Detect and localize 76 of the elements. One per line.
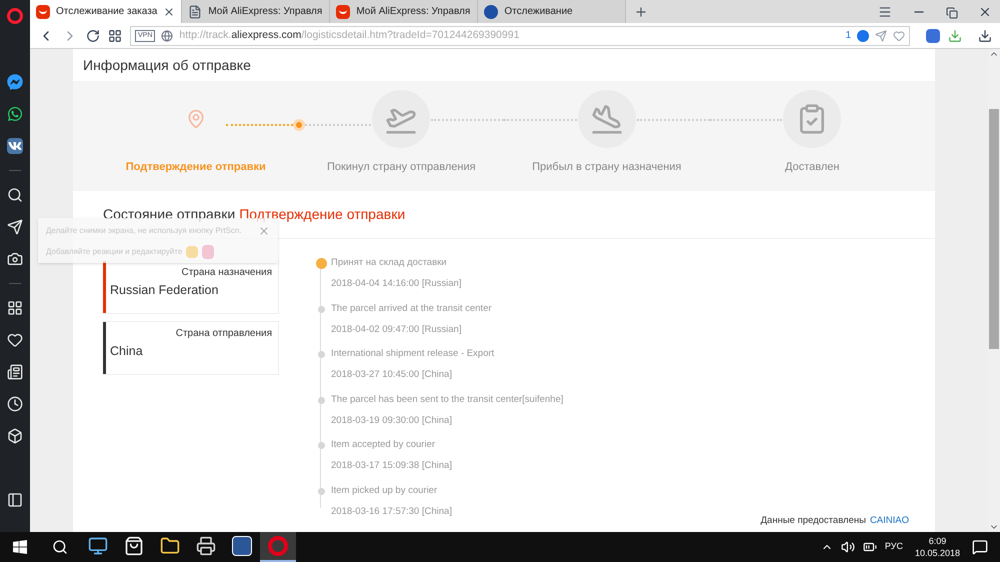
cube-icon[interactable] xyxy=(7,428,23,444)
browser-tab[interactable]: Отслеживание xyxy=(478,0,626,23)
grid-icon[interactable] xyxy=(7,300,23,316)
messenger-icon[interactable] xyxy=(7,74,23,90)
browser-tab[interactable]: Мой AliExpress: Управля xyxy=(182,0,330,23)
scrollbar[interactable] xyxy=(988,49,1000,532)
page-title: Информация об отправке xyxy=(82,56,252,75)
emoji-icon xyxy=(202,245,214,259)
event-time: 2018-04-04 14:16:00 [Russian] xyxy=(331,277,462,292)
country-name: China xyxy=(109,343,144,360)
source-label: Данные предоставлены xyxy=(760,514,866,528)
event-text: The parcel has been sent to the transit center[suifenhe] xyxy=(331,392,564,406)
whatsapp-icon[interactable] xyxy=(7,106,23,122)
event-text: Item accepted by courier xyxy=(331,438,436,452)
notifications-icon[interactable] xyxy=(972,539,988,555)
country-name: Russian Federation xyxy=(109,282,220,299)
emoji-icon xyxy=(186,246,198,258)
step-label: Подтверждение отправки xyxy=(126,160,266,175)
heart-icon[interactable] xyxy=(7,332,23,348)
volume-icon[interactable] xyxy=(840,540,855,554)
event-time: 2018-03-27 10:45:00 [China] xyxy=(331,368,453,382)
pin-icon xyxy=(186,109,206,129)
url-text: http://track.aliexpress.com/logisticsdetail.htm?tradeId=701244269390991 xyxy=(179,28,520,43)
battery-icon[interactable] xyxy=(862,540,877,554)
close-icon[interactable] xyxy=(163,6,176,18)
download-icon[interactable] xyxy=(978,28,992,42)
step-label: Доставлен xyxy=(785,160,840,175)
clock-time[interactable]: 6:09 xyxy=(928,535,946,547)
event-time: 2018-03-19 09:30:00 [China] xyxy=(331,414,453,428)
sidebar-toggle-icon[interactable] xyxy=(7,492,23,508)
clock-icon[interactable] xyxy=(7,396,23,412)
new-tab-icon[interactable] xyxy=(634,5,648,19)
opera-logo-icon[interactable] xyxy=(7,8,23,24)
printer-icon xyxy=(196,536,216,556)
event-text: International shipment release - Export xyxy=(331,347,494,361)
search-icon[interactable] xyxy=(52,539,68,555)
event-text: The parcel arrived at the transit center xyxy=(331,302,492,316)
page-icon xyxy=(188,4,202,18)
camera-icon[interactable] xyxy=(7,251,23,267)
globe-icon xyxy=(161,30,174,42)
status-value: Подтверждение отправки xyxy=(239,205,406,224)
ring-icon xyxy=(268,536,288,556)
bag-icon xyxy=(124,536,144,556)
reload-icon[interactable] xyxy=(86,28,100,42)
folder-icon xyxy=(160,536,180,556)
emblem-icon xyxy=(484,4,498,18)
windows-start-icon[interactable] xyxy=(12,539,28,555)
source-link[interactable]: CAINIAO xyxy=(870,514,909,528)
vk-icon[interactable] xyxy=(7,138,23,154)
browser-tab[interactable]: Отслеживание заказа xyxy=(30,0,182,23)
restore-icon[interactable] xyxy=(946,7,958,19)
document-app-icon xyxy=(232,536,252,556)
country-label: Страна отправления xyxy=(176,327,272,341)
event-time: 2018-04-02 09:47:00 [Russian] xyxy=(331,322,462,337)
status-label: Состояние отправки xyxy=(103,205,236,224)
close-icon[interactable] xyxy=(978,5,992,19)
country-label: Страна назначения xyxy=(181,266,272,280)
news-icon[interactable] xyxy=(7,364,23,380)
event-time: 2018-03-17 15:09:38 [China] xyxy=(331,459,452,474)
monitor-icon xyxy=(88,536,108,556)
step-label: Прибыл в страну назначения xyxy=(532,160,682,175)
shop-favicon-icon xyxy=(36,4,50,18)
event-text: Item picked up by courier xyxy=(331,484,438,498)
clock-date[interactable]: 10.05.2018 xyxy=(914,547,960,559)
event-time: 2018-03-16 17:57:30 [China] xyxy=(331,504,452,519)
shop-favicon-icon xyxy=(336,4,350,18)
language-indicator[interactable]: РУС xyxy=(884,540,903,554)
step-label: Покинул страну отправления xyxy=(326,160,476,175)
event-text: Принят на склад доставки xyxy=(331,256,448,270)
search-icon[interactable] xyxy=(7,187,23,203)
extension-download-icon[interactable] xyxy=(948,28,962,42)
browser-tab[interactable]: Мой AliExpress: Управля xyxy=(330,0,478,23)
plane-landing-icon xyxy=(590,103,623,135)
tab-menu-icon[interactable] xyxy=(878,5,892,19)
count-text: 1 xyxy=(845,29,851,43)
speed-dial-icon[interactable] xyxy=(108,28,122,42)
